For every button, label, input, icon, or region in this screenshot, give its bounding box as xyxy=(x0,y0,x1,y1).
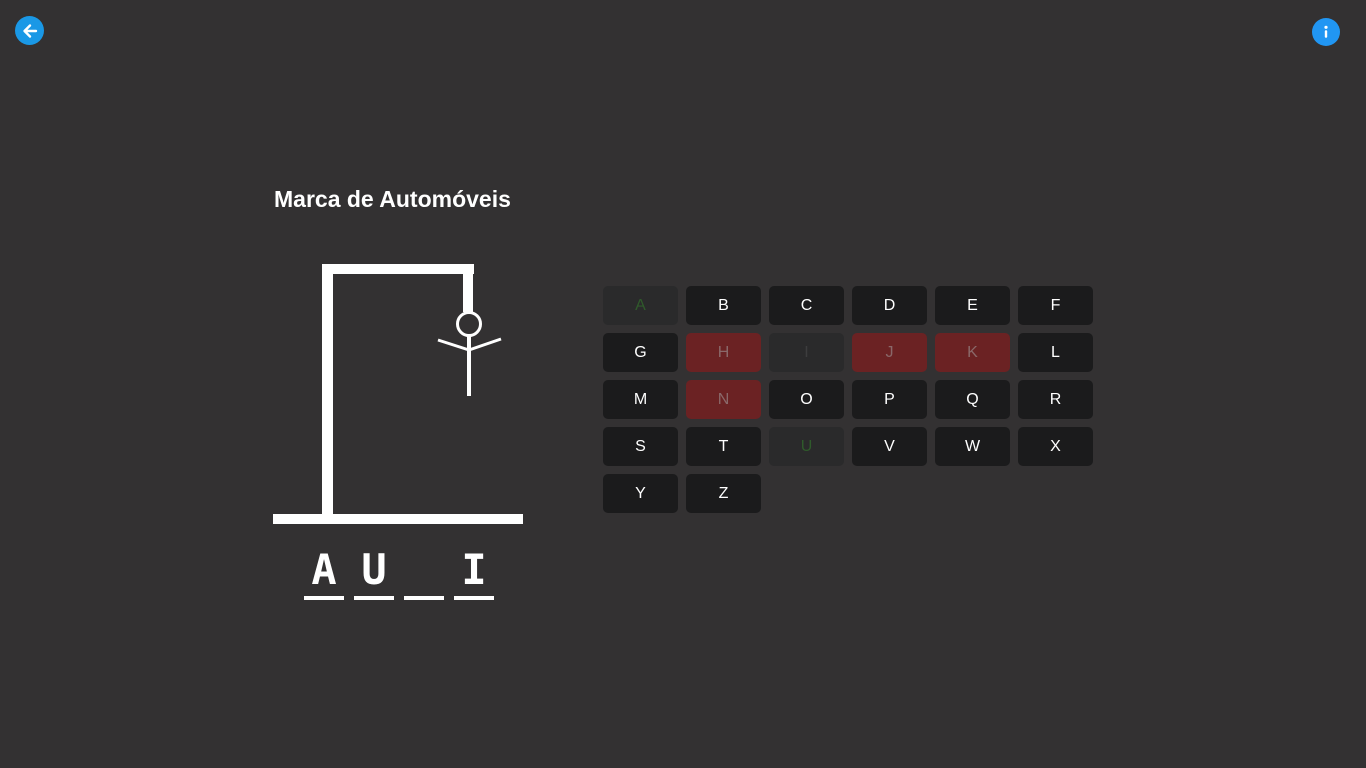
key-u[interactable]: U xyxy=(769,427,844,466)
letter-slot: U xyxy=(354,545,394,600)
back-button[interactable] xyxy=(15,16,44,45)
hangman-head xyxy=(456,311,482,337)
category-title: Marca de Automóveis xyxy=(274,186,511,212)
key-t[interactable]: T xyxy=(686,427,761,466)
hangman-gallows xyxy=(273,264,523,524)
key-q[interactable]: Q xyxy=(935,380,1010,419)
key-j[interactable]: J xyxy=(852,333,927,372)
word-display: A U I xyxy=(304,545,494,601)
gallows-pole xyxy=(322,264,333,519)
key-v[interactable]: V xyxy=(852,427,927,466)
letter-slot: A xyxy=(304,545,344,600)
key-n[interactable]: N xyxy=(686,380,761,419)
letter-slot xyxy=(404,545,444,600)
info-button[interactable] xyxy=(1312,18,1340,46)
key-w[interactable]: W xyxy=(935,427,1010,466)
key-k[interactable]: K xyxy=(935,333,1010,372)
hangman-right-arm xyxy=(468,337,502,352)
key-h[interactable]: H xyxy=(686,333,761,372)
key-s[interactable]: S xyxy=(603,427,678,466)
key-f[interactable]: F xyxy=(1018,286,1093,325)
letter-keyboard: A B C D E F G H I J K L M N O P Q R S T … xyxy=(603,286,1093,513)
key-g[interactable]: G xyxy=(603,333,678,372)
key-p[interactable]: P xyxy=(852,380,927,419)
arrow-left-icon xyxy=(22,23,37,38)
letter-slot: I xyxy=(454,545,494,600)
key-e[interactable]: E xyxy=(935,286,1010,325)
key-o[interactable]: O xyxy=(769,380,844,419)
info-icon xyxy=(1324,25,1328,38)
gallows-rope xyxy=(463,264,473,312)
key-d[interactable]: D xyxy=(852,286,927,325)
gallows-base xyxy=(273,514,523,524)
key-c[interactable]: C xyxy=(769,286,844,325)
key-l[interactable]: L xyxy=(1018,333,1093,372)
key-x[interactable]: X xyxy=(1018,427,1093,466)
key-m[interactable]: M xyxy=(603,380,678,419)
key-r[interactable]: R xyxy=(1018,380,1093,419)
key-y[interactable]: Y xyxy=(603,474,678,513)
gallows-beam xyxy=(322,264,474,274)
key-b[interactable]: B xyxy=(686,286,761,325)
hangman-left-arm xyxy=(437,338,470,352)
key-z[interactable]: Z xyxy=(686,474,761,513)
key-i[interactable]: I xyxy=(769,333,844,372)
key-a[interactable]: A xyxy=(603,286,678,325)
